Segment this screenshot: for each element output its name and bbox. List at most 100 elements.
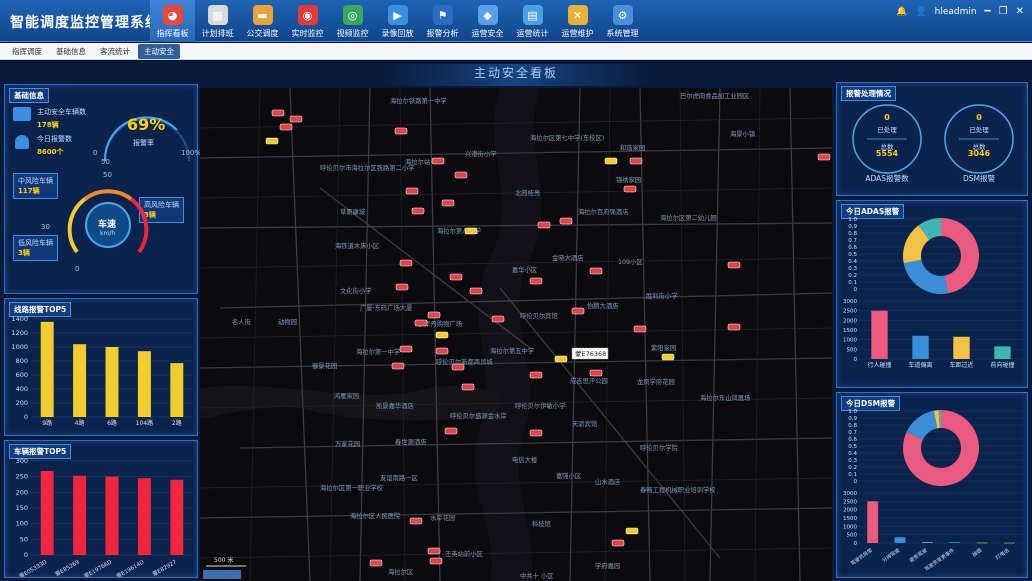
bar[interactable]	[137, 351, 151, 417]
bus-marker[interactable]	[399, 259, 413, 267]
bar[interactable]	[912, 335, 929, 359]
bus-marker[interactable]	[529, 429, 543, 437]
bus-marker[interactable]	[394, 127, 408, 135]
map-view[interactable]: 海拉尔铁路第一中学 呼伦贝尔市海拉尔区铁路第二小学 海拉尔站 草原康城 海铁道木床小区文…	[200, 88, 832, 581]
bus-marker[interactable]	[727, 323, 741, 331]
bus-marker[interactable]	[817, 153, 831, 161]
bus-marker[interactable]	[399, 345, 413, 353]
bus-marker[interactable]	[435, 347, 449, 355]
bar[interactable]	[105, 347, 119, 417]
bus-marker[interactable]	[529, 277, 543, 285]
bar[interactable]	[170, 363, 184, 417]
nav-item-7[interactable]: ◆ 运营安全	[465, 0, 510, 42]
bus-marker[interactable]	[414, 319, 428, 327]
bus-marker[interactable]	[265, 137, 279, 145]
bar[interactable]	[170, 479, 184, 555]
bar[interactable]	[867, 501, 879, 543]
bus-marker[interactable]	[435, 331, 449, 339]
nav-item-10[interactable]: ⚙ 系统管理	[600, 0, 645, 42]
bar[interactable]	[994, 346, 1011, 359]
bus-marker[interactable]	[279, 123, 293, 131]
nav-item-1[interactable]: ▦ 计划排班	[195, 0, 240, 42]
bus-marker[interactable]	[391, 362, 405, 370]
bus-marker[interactable]	[604, 157, 618, 165]
bar[interactable]	[871, 310, 888, 359]
user-icon[interactable]: 👤	[915, 7, 926, 17]
x-tick-label: 蒙E19614D	[115, 558, 146, 577]
nav-item-5[interactable]: ▶ 录像回放	[375, 0, 420, 42]
bus-marker[interactable]	[661, 353, 675, 361]
nav-item-9[interactable]: ✕ 运营维护	[555, 0, 600, 42]
bar[interactable]	[953, 336, 970, 359]
bus-marker[interactable]	[529, 371, 543, 379]
bar[interactable]	[105, 476, 119, 555]
nav-item-8[interactable]: ▤ 运营统计	[510, 0, 555, 42]
map-label: 紫阳家园	[651, 343, 676, 352]
bus-marker[interactable]	[395, 283, 409, 291]
bus-marker[interactable]	[461, 383, 475, 391]
bar[interactable]	[976, 542, 988, 544]
username[interactable]: hleadmin	[935, 7, 977, 17]
bus-marker[interactable]	[427, 547, 441, 555]
bus-marker[interactable]	[271, 109, 285, 117]
bar[interactable]	[894, 537, 906, 543]
map-label: 山水酒店	[595, 477, 620, 486]
bus-marker[interactable]	[625, 527, 639, 535]
bus-marker[interactable]	[469, 287, 483, 295]
bus-marker[interactable]	[629, 157, 643, 165]
bus-marker[interactable]	[409, 517, 423, 525]
bus-marker[interactable]	[464, 227, 478, 235]
x-tick-label: 驾驶员异常	[849, 547, 874, 567]
bus-marker[interactable]	[589, 369, 603, 377]
subtab-2[interactable]: 客流统计	[94, 44, 136, 59]
bar[interactable]	[40, 321, 54, 417]
x-tick-label: 前向碰撞	[990, 361, 1014, 369]
bus-marker[interactable]	[444, 427, 458, 435]
dsm-processed-label: 已处理	[969, 126, 989, 134]
bus-marker[interactable]	[451, 363, 465, 371]
bus-marker[interactable]	[405, 187, 419, 195]
bus-marker[interactable]	[369, 559, 383, 567]
bus-marker[interactable]	[571, 307, 585, 315]
nav-item-3[interactable]: ◉ 实时监控	[285, 0, 330, 42]
bus-marker[interactable]	[427, 311, 441, 319]
bar[interactable]	[73, 475, 87, 555]
restore-button[interactable]: ❐	[999, 6, 1008, 17]
nav-item-6[interactable]: ⚑ 报警分析	[420, 0, 465, 42]
bell-icon[interactable]: 🔔	[896, 7, 907, 17]
bus-marker[interactable]	[491, 315, 505, 323]
bar[interactable]	[137, 478, 151, 555]
bus-marker[interactable]	[623, 185, 637, 193]
close-button[interactable]: ✕	[1016, 6, 1024, 17]
nav-item-4[interactable]: ◎ 视频监控	[330, 0, 375, 42]
map-label: 成吉思汗公园	[570, 376, 608, 385]
bar[interactable]	[949, 542, 961, 543]
x-tick-label: 9路	[42, 419, 52, 427]
minimize-button[interactable]: ━	[985, 6, 991, 17]
bar[interactable]	[921, 542, 933, 543]
bus-marker[interactable]	[537, 221, 551, 229]
bus-marker[interactable]	[554, 355, 568, 363]
subtab-3[interactable]: 主动安全	[138, 44, 180, 59]
bar[interactable]	[73, 344, 87, 417]
bus-marker[interactable]	[454, 171, 468, 179]
nav-item-2[interactable]: ▬ 公交调度	[240, 0, 285, 42]
bus-marker[interactable]	[727, 261, 741, 269]
nav-item-0[interactable]: ◕ 指挥看板	[150, 0, 195, 42]
subtab-1[interactable]: 基础信息	[50, 44, 92, 59]
bus-marker[interactable]	[633, 325, 647, 333]
bus-marker[interactable]	[431, 157, 445, 165]
bus-marker[interactable]	[611, 539, 625, 547]
bus-marker[interactable]	[429, 557, 443, 565]
subtab-0[interactable]: 指挥调度	[6, 44, 48, 59]
bus-marker[interactable]	[441, 199, 455, 207]
speed-tick-30: 30	[41, 223, 50, 231]
bar[interactable]	[40, 471, 54, 555]
bar[interactable]	[1003, 542, 1015, 544]
bus-marker[interactable]	[449, 273, 463, 281]
bus-marker[interactable]	[411, 207, 425, 215]
bus-marker[interactable]	[559, 217, 573, 225]
map-canvas[interactable]: 海拉尔铁路第一中学呼伦贝尔市海拉尔区铁路第二小学海拉尔站草原康城海铁道木床小区文…	[200, 88, 832, 581]
bus-marker[interactable]	[589, 267, 603, 275]
bus-marker[interactable]	[289, 115, 303, 123]
